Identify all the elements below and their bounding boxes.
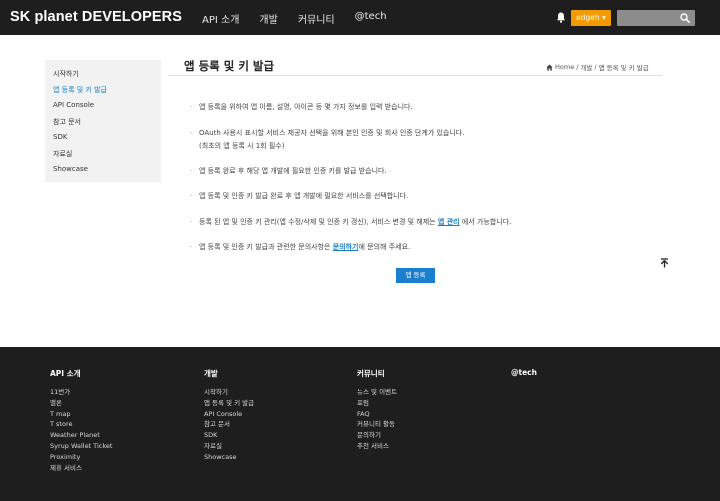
info-item: · 등록 된 앱 및 인증 키 관리(앱 수정/삭제 및 인증 키 갱신), 서비… bbox=[190, 218, 512, 226]
info-item: · 앱 등록 및 인증 키 발급 완료 후 앱 개발에 필요한 서비스를 선택합니… bbox=[190, 192, 409, 200]
footer-link[interactable]: 문의하기 bbox=[357, 430, 397, 441]
info-item: · 앱 등록을 위하여 앱 이름, 설명, 아이콘 등 몇 가지 정보를 입력 받… bbox=[190, 103, 413, 111]
footer-link[interactable]: 멜론 bbox=[50, 398, 112, 409]
footer-link-list: 뉴스 및 이벤트 포럼 FAQ 커뮤니티 활동 문의하기 추천 서비스 bbox=[357, 387, 397, 452]
footer-link[interactable]: 참고 문서 bbox=[204, 419, 254, 430]
info-item: · OAuth 사용시 표시할 서비스 제공자 선택을 위해 본인 인증 및 회사… bbox=[190, 129, 465, 150]
main-nav: API 소개 개발 커뮤니티 @tech bbox=[202, 11, 407, 26]
footer-link[interactable]: 앱 등록 및 키 발급 bbox=[204, 398, 254, 409]
nav-item-community[interactable]: 커뮤니티 bbox=[298, 11, 335, 26]
nav-item-api-intro[interactable]: API 소개 bbox=[202, 11, 239, 26]
footer-column-title: 개발 bbox=[204, 369, 218, 378]
footer-link[interactable]: 자료실 bbox=[204, 441, 254, 452]
footer-link[interactable]: 뉴스 및 이벤트 bbox=[357, 387, 397, 398]
footer-link[interactable]: 추천 서비스 bbox=[357, 441, 397, 452]
bell-icon[interactable] bbox=[556, 12, 566, 23]
nav-item-develop[interactable]: 개발 bbox=[259, 11, 277, 26]
breadcrumb-home[interactable]: Home bbox=[555, 63, 574, 71]
footer-link[interactable]: FAQ bbox=[357, 409, 397, 420]
sidebar-item-app-registration[interactable]: 앱 등록 및 키 발급 bbox=[53, 85, 107, 95]
footer-link[interactable]: 11번가 bbox=[50, 387, 112, 398]
footer-link[interactable]: Syrup Wallet Ticket bbox=[50, 441, 112, 452]
breadcrumb: Home / 개발 / 앱 등록 및 키 발급 bbox=[546, 62, 649, 72]
footer-link[interactable]: SDK bbox=[204, 430, 254, 441]
footer-link-list: 시작하기 앱 등록 및 키 발급 API Console 참고 문서 SDK 자… bbox=[204, 387, 254, 463]
footer-link[interactable]: Weather Planet bbox=[50, 430, 112, 441]
footer-link[interactable]: T store bbox=[50, 419, 112, 430]
page-title: 앱 등록 및 키 발급 bbox=[184, 59, 275, 73]
footer-link[interactable]: API Console bbox=[204, 409, 254, 420]
info-item: · 앱 등록 및 인증 키 발급과 관련한 문의사항은 문의하기에 문의해 주세요… bbox=[190, 243, 411, 251]
search-input[interactable] bbox=[617, 10, 679, 26]
contact-link[interactable]: 문의하기 bbox=[333, 243, 359, 251]
search-icon[interactable] bbox=[680, 13, 690, 23]
footer-link[interactable]: 커뮤니티 활동 bbox=[357, 419, 397, 430]
sidebar-item-getting-started[interactable]: 시작하기 bbox=[53, 69, 79, 79]
footer-column-title: API 소개 bbox=[50, 369, 81, 378]
breadcrumb-develop[interactable]: 개발 bbox=[580, 62, 592, 72]
sidebar-item-sdk[interactable]: SDK bbox=[53, 133, 67, 141]
nav-item-tech[interactable]: @tech bbox=[355, 11, 387, 26]
footer-link-list: 11번가 멜론 T map T store Weather Planet Syr… bbox=[50, 387, 112, 473]
footer-column-title[interactable]: @tech bbox=[511, 368, 537, 377]
breadcrumb-current: 앱 등록 및 키 발급 bbox=[598, 64, 649, 72]
info-item-note: (최초의 앱 등록 시 1회 필수) bbox=[199, 142, 285, 150]
footer-link[interactable]: 포럼 bbox=[357, 398, 397, 409]
breadcrumb-separator: / bbox=[594, 63, 597, 71]
breadcrumb-separator: / bbox=[576, 63, 579, 71]
app-management-link[interactable]: 앱 관리 bbox=[438, 218, 460, 226]
scroll-top-icon[interactable] bbox=[660, 258, 669, 268]
sidebar-item-reference-docs[interactable]: 참고 문서 bbox=[53, 117, 81, 127]
sidebar-item-resources[interactable]: 자료실 bbox=[53, 149, 72, 159]
footer-column-title: 커뮤니티 bbox=[357, 369, 385, 378]
footer-link[interactable]: Proximity bbox=[50, 452, 112, 463]
footer-link[interactable]: T map bbox=[50, 409, 112, 420]
footer-link[interactable]: 제휴 서비스 bbox=[50, 463, 112, 474]
sidebar-item-api-console[interactable]: API Console bbox=[53, 101, 94, 109]
register-app-button[interactable]: 앱 등록 bbox=[396, 268, 435, 283]
sidebar-item-showcase[interactable]: Showcase bbox=[53, 165, 88, 173]
home-icon bbox=[546, 63, 553, 71]
user-menu-button[interactable]: edgeh ▾ bbox=[571, 10, 611, 26]
top-header: SK planet DEVELOPERS API 소개 개발 커뮤니티 @tec… bbox=[0, 0, 720, 35]
site-logo[interactable]: SK planet DEVELOPERS bbox=[10, 9, 182, 25]
title-divider bbox=[168, 75, 662, 76]
footer-link[interactable]: Showcase bbox=[204, 452, 254, 463]
footer-link[interactable]: 시작하기 bbox=[204, 387, 254, 398]
sidebar: 시작하기 앱 등록 및 키 발급 API Console 참고 문서 SDK 자… bbox=[45, 60, 161, 182]
site-footer: API 소개 11번가 멜론 T map T store Weather Pla… bbox=[0, 347, 720, 501]
info-item: · 앱 등록 완료 후 해당 앱 개발에 필요한 인증 키를 발급 받습니다. bbox=[190, 167, 387, 175]
